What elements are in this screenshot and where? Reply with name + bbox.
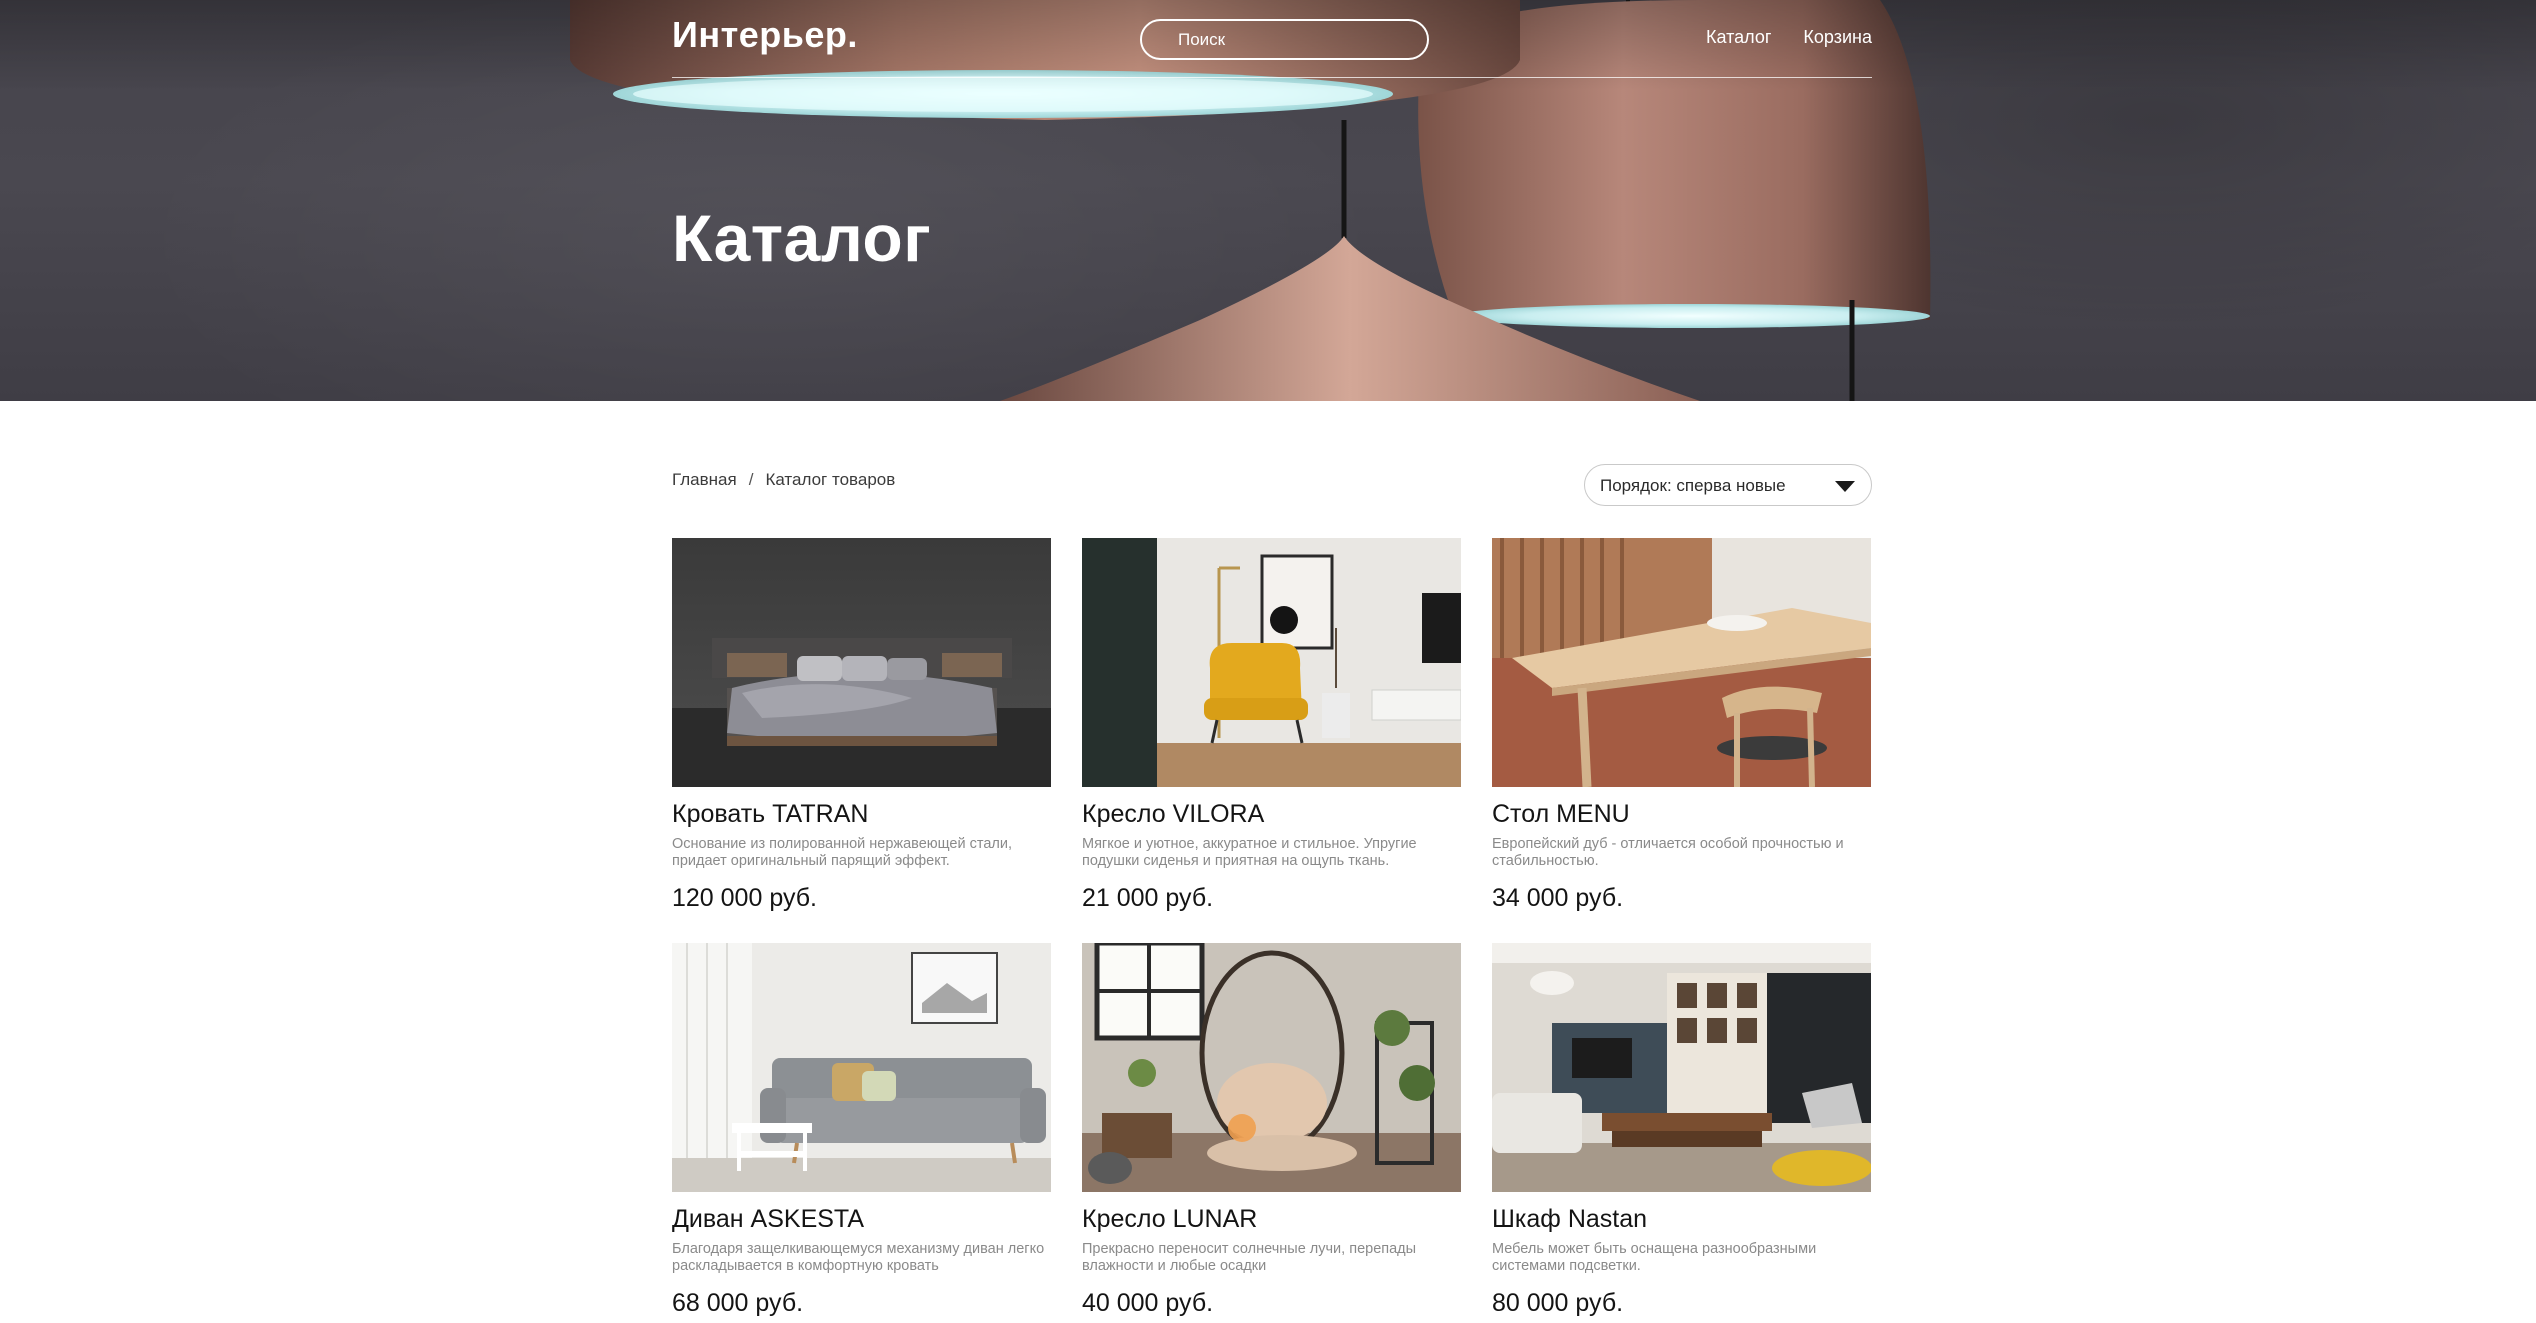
nav-link-catalog[interactable]: Каталог	[1706, 27, 1771, 48]
product-name[interactable]: Кресло VILORA	[1082, 800, 1264, 829]
breadcrumb-separator: /	[748, 470, 754, 489]
product-name[interactable]: Диван ASKESTA	[672, 1205, 864, 1234]
product-price: 68 000 руб.	[672, 1289, 804, 1317]
product-image-sofa[interactable]	[672, 943, 1051, 1192]
sort-dropdown[interactable]: Порядок: сперва новые	[1584, 464, 1872, 506]
breadcrumb-current: Каталог товаров	[765, 470, 896, 489]
hero-banner: Интерьер. Каталог Корзина Каталог	[0, 0, 2536, 401]
search-input[interactable]	[1142, 21, 1427, 58]
site-header: Интерьер. Каталог Корзина	[672, 0, 1872, 78]
product-image-wardrobe[interactable]	[1492, 943, 1871, 1192]
product-name[interactable]: Кровать TATRAN	[672, 800, 868, 829]
chevron-down-icon	[1835, 481, 1855, 492]
product-description: Мягкое и уютное, аккуратное и стильное. …	[1082, 836, 1417, 869]
product-name[interactable]: Кресло LUNAR	[1082, 1205, 1257, 1234]
product-description: Прекрасно переносит солнечные лучи, пере…	[1082, 1241, 1417, 1274]
breadcrumb: Главная / Каталог товаров	[672, 470, 895, 490]
product-price: 21 000 руб.	[1082, 884, 1214, 912]
product-name[interactable]: Стол MENU	[1492, 800, 1630, 829]
search-box[interactable]	[1140, 19, 1429, 60]
product-price: 34 000 руб.	[1492, 884, 1624, 912]
breadcrumb-home[interactable]: Главная	[672, 470, 737, 490]
main-nav: Каталог Корзина	[1706, 27, 1872, 48]
product-description: Благодаря защелкивающемуся механизму див…	[672, 1241, 1045, 1274]
sort-label: Порядок: сперва новые	[1600, 476, 1786, 495]
product-image-bed[interactable]	[672, 538, 1051, 787]
product-description: Мебель может быть оснащена разнообразным…	[1492, 1241, 1817, 1274]
product-description: Европейский дуб - отличается особой проч…	[1492, 836, 1844, 869]
product-image-table[interactable]	[1492, 538, 1871, 787]
site-logo[interactable]: Интерьер.	[672, 14, 858, 56]
product-price: 120 000 руб.	[672, 884, 817, 912]
product-name[interactable]: Шкаф Nastan	[1492, 1205, 1647, 1234]
page-title: Каталог	[672, 201, 932, 275]
product-price: 80 000 руб.	[1492, 1289, 1624, 1317]
product-image-hanging-chair[interactable]	[1082, 943, 1461, 1192]
nav-link-cart[interactable]: Корзина	[1803, 27, 1872, 48]
product-price: 40 000 руб.	[1082, 1289, 1214, 1317]
product-image-armchair[interactable]	[1082, 538, 1461, 787]
product-description: Основание из полированной нержавеющей ст…	[672, 836, 1012, 869]
